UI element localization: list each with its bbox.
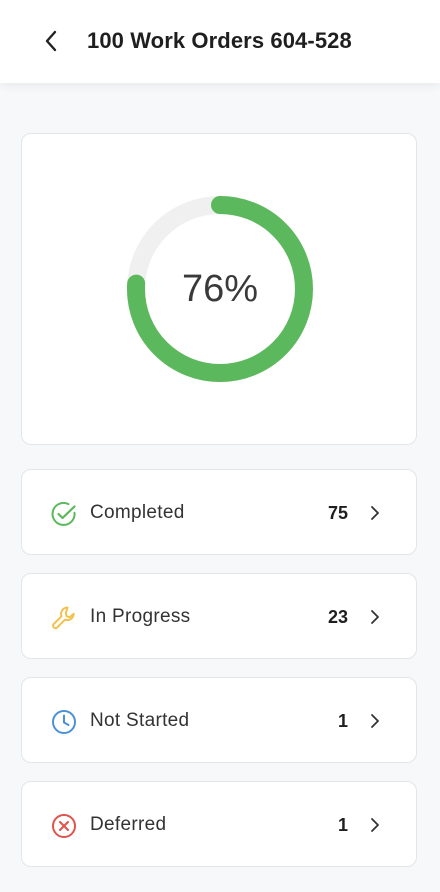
status-row-in-progress[interactable]: In Progress 23 bbox=[21, 573, 417, 659]
status-count: 1 bbox=[337, 815, 348, 835]
x-circle-icon bbox=[50, 812, 78, 840]
status-row-deferred[interactable]: Deferred 1 bbox=[21, 781, 417, 867]
progress-percent: 76% bbox=[181, 267, 259, 310]
app-header: 100 Work Orders 604-528 bbox=[0, 0, 440, 83]
status-label: Completed bbox=[90, 502, 185, 523]
status-count: 75 bbox=[327, 503, 348, 523]
chevron-right-icon bbox=[368, 607, 382, 627]
status-row-not-started[interactable]: Not Started 1 bbox=[21, 677, 417, 763]
back-button[interactable] bbox=[36, 26, 66, 56]
chevron-left-icon bbox=[45, 30, 57, 52]
status-label: In Progress bbox=[90, 606, 191, 627]
chevron-right-icon bbox=[368, 815, 382, 835]
check-circle-icon bbox=[50, 500, 78, 528]
page-title: 100 Work Orders 604-528 bbox=[87, 28, 352, 53]
chevron-right-icon bbox=[368, 711, 382, 731]
wrench-icon bbox=[50, 604, 78, 632]
status-count: 23 bbox=[327, 607, 348, 627]
progress-donut: 76% bbox=[126, 195, 314, 383]
clock-icon bbox=[50, 708, 78, 736]
status-count: 1 bbox=[337, 711, 348, 731]
progress-card: 76% bbox=[21, 133, 417, 445]
status-row-completed[interactable]: Completed 75 bbox=[21, 469, 417, 555]
status-label: Deferred bbox=[90, 814, 167, 835]
chevron-right-icon bbox=[368, 503, 382, 523]
status-label: Not Started bbox=[90, 710, 190, 731]
